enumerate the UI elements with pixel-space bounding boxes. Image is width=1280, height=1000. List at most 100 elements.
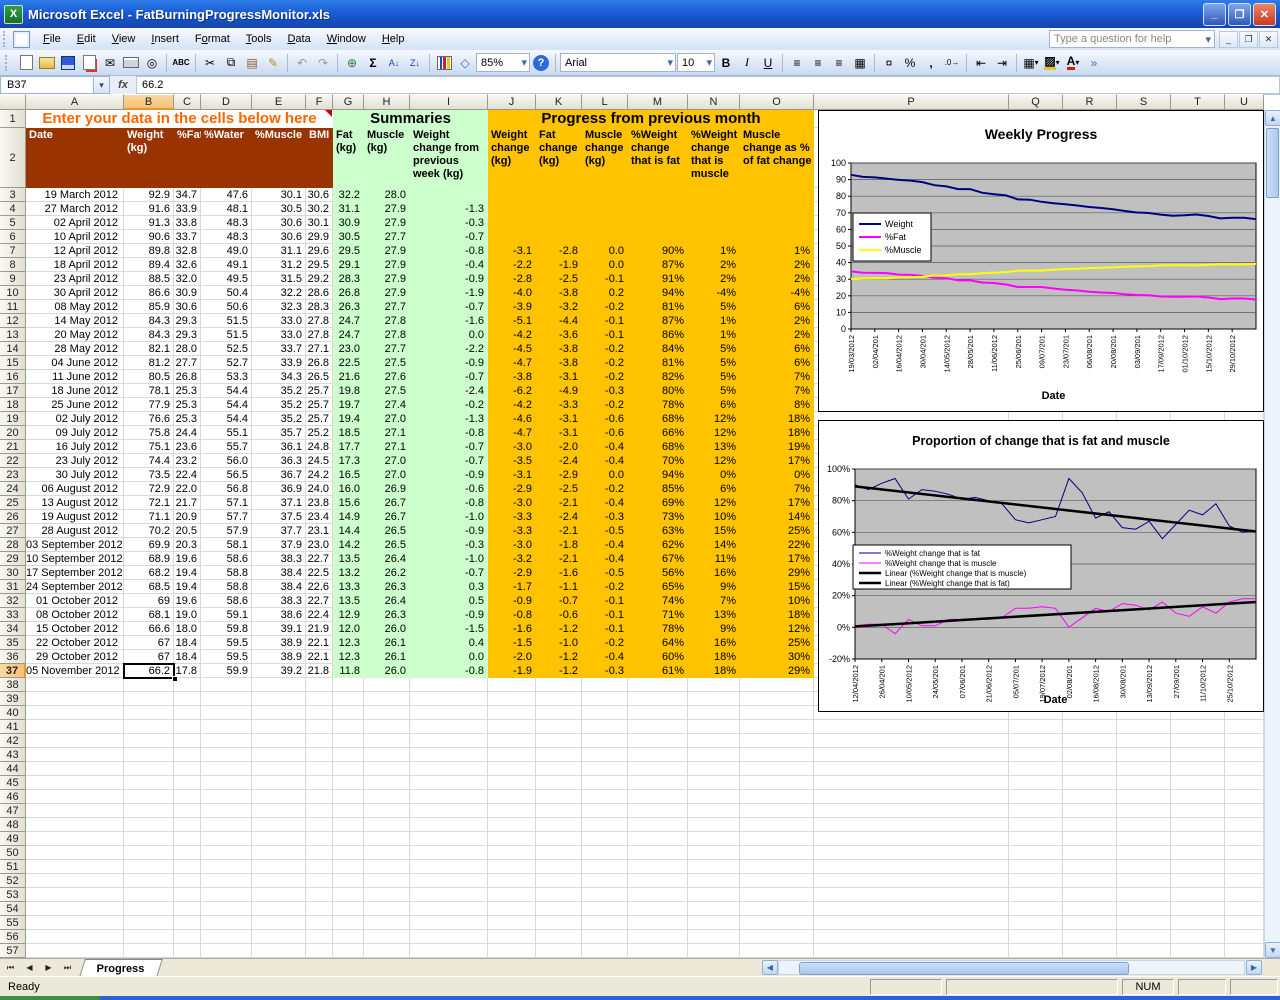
- cell-K34[interactable]: -1.2: [536, 622, 582, 636]
- cell-H4[interactable]: 27.9: [364, 202, 410, 216]
- sort-ascending-button[interactable]: A↓: [384, 53, 404, 73]
- cell-D24[interactable]: 56.8: [201, 482, 252, 496]
- cell-I31[interactable]: 0.3: [410, 580, 488, 594]
- row-header-38[interactable]: 38: [0, 678, 26, 692]
- row-header-5[interactable]: 5: [0, 216, 26, 230]
- cell-B19[interactable]: 76.6: [124, 412, 174, 426]
- cell-O31[interactable]: 15%: [740, 580, 814, 594]
- row-header-14[interactable]: 14: [0, 342, 26, 356]
- column-header-T[interactable]: T: [1171, 94, 1225, 110]
- cell-K26[interactable]: -2.4: [536, 510, 582, 524]
- cell-C17[interactable]: 25.3: [174, 384, 201, 398]
- cell-L36[interactable]: -0.4: [582, 650, 628, 664]
- cell-I7[interactable]: -0.8: [410, 244, 488, 258]
- cell-O25[interactable]: 17%: [740, 496, 814, 510]
- cell-K10[interactable]: -3.8: [536, 286, 582, 300]
- cell-H36[interactable]: 26.1: [364, 650, 410, 664]
- cell-O8[interactable]: 2%: [740, 258, 814, 272]
- cell-I14[interactable]: -2.2: [410, 342, 488, 356]
- cell-A27[interactable]: 28 August 2012: [26, 524, 124, 538]
- cell-G31[interactable]: 13.3: [333, 580, 364, 594]
- cell-H16[interactable]: 27.6: [364, 370, 410, 384]
- cell-A5[interactable]: 02 April 2012: [26, 216, 124, 230]
- cell-K27[interactable]: -2.1: [536, 524, 582, 538]
- cell-B18[interactable]: 77.9: [124, 398, 174, 412]
- cell-B20[interactable]: 75.8: [124, 426, 174, 440]
- cell-M18[interactable]: 78%: [628, 398, 688, 412]
- cell-J24[interactable]: -2.9: [488, 482, 536, 496]
- cell-M16[interactable]: 82%: [628, 370, 688, 384]
- cell-A15[interactable]: 04 June 2012: [26, 356, 124, 370]
- row-header-16[interactable]: 16: [0, 370, 26, 384]
- cell-E3[interactable]: 30.1: [252, 188, 306, 202]
- cell-E4[interactable]: 30.5: [252, 202, 306, 216]
- cell-F30[interactable]: 22.5: [306, 566, 333, 580]
- cell-D25[interactable]: 57.1: [201, 496, 252, 510]
- workbook-restore-button[interactable]: ❐: [1239, 31, 1258, 48]
- row-header-15[interactable]: 15: [0, 356, 26, 370]
- column-header-Q[interactable]: Q: [1009, 94, 1063, 110]
- redo-button[interactable]: ↷: [313, 53, 333, 73]
- row-header-40[interactable]: 40: [0, 706, 26, 720]
- cell-K36[interactable]: -1.2: [536, 650, 582, 664]
- cell-I32[interactable]: 0.5: [410, 594, 488, 608]
- print-preview-button[interactable]: ◎: [142, 53, 162, 73]
- cell-A30[interactable]: 17 September 2012: [26, 566, 124, 580]
- cell-E29[interactable]: 38.3: [252, 552, 306, 566]
- cell-F3[interactable]: 30.6: [306, 188, 333, 202]
- cell-G11[interactable]: 26.3: [333, 300, 364, 314]
- cell-L22[interactable]: -0.4: [582, 454, 628, 468]
- cell-C10[interactable]: 30.9: [174, 286, 201, 300]
- cell-B31[interactable]: 68.5: [124, 580, 174, 594]
- cell-J11[interactable]: -3.9: [488, 300, 536, 314]
- header-I2[interactable]: Weight change from previous week (kg): [410, 128, 488, 188]
- cell-I5[interactable]: -0.3: [410, 216, 488, 230]
- cell-I34[interactable]: -1.5: [410, 622, 488, 636]
- cell-L29[interactable]: -0.4: [582, 552, 628, 566]
- cell-A17[interactable]: 18 June 2012: [26, 384, 124, 398]
- cell-M14[interactable]: 84%: [628, 342, 688, 356]
- cell-N19[interactable]: 12%: [688, 412, 740, 426]
- header-C2[interactable]: %Fat: [174, 128, 201, 188]
- open-button[interactable]: [37, 53, 57, 73]
- cell-B28[interactable]: 69.9: [124, 538, 174, 552]
- cell-J21[interactable]: -3.0: [488, 440, 536, 454]
- cell-H8[interactable]: 27.9: [364, 258, 410, 272]
- cell-C20[interactable]: 24.4: [174, 426, 201, 440]
- cell-M28[interactable]: 62%: [628, 538, 688, 552]
- cell-E18[interactable]: 35.2: [252, 398, 306, 412]
- cell-O28[interactable]: 22%: [740, 538, 814, 552]
- cell-O12[interactable]: 2%: [740, 314, 814, 328]
- cell-B11[interactable]: 85.9: [124, 300, 174, 314]
- cell-J16[interactable]: -3.8: [488, 370, 536, 384]
- cell-L21[interactable]: -0.4: [582, 440, 628, 454]
- cell-A25[interactable]: 13 August 2012: [26, 496, 124, 510]
- cell-C22[interactable]: 23.2: [174, 454, 201, 468]
- cell-D35[interactable]: 59.5: [201, 636, 252, 650]
- cell-J35[interactable]: -1.5: [488, 636, 536, 650]
- cell-F18[interactable]: 25.7: [306, 398, 333, 412]
- cell-H31[interactable]: 26.3: [364, 580, 410, 594]
- cell-F12[interactable]: 27.8: [306, 314, 333, 328]
- cell-H5[interactable]: 27.9: [364, 216, 410, 230]
- cell-F25[interactable]: 23.8: [306, 496, 333, 510]
- cell-H13[interactable]: 27.8: [364, 328, 410, 342]
- workbook-close-button[interactable]: ✕: [1259, 31, 1278, 48]
- cell-D23[interactable]: 56.5: [201, 468, 252, 482]
- cell-I36[interactable]: 0.0: [410, 650, 488, 664]
- cell-H10[interactable]: 27.9: [364, 286, 410, 300]
- cell-O29[interactable]: 17%: [740, 552, 814, 566]
- cell-B15[interactable]: 81.2: [124, 356, 174, 370]
- merge-center-button[interactable]: ▦: [850, 53, 870, 73]
- header-D2[interactable]: %Water: [201, 128, 252, 188]
- help-button[interactable]: ?: [531, 53, 551, 73]
- column-header-K[interactable]: K: [536, 94, 582, 110]
- cell-N31[interactable]: 9%: [688, 580, 740, 594]
- cell-F23[interactable]: 24.2: [306, 468, 333, 482]
- cell-L8[interactable]: 0.0: [582, 258, 628, 272]
- cell-M13[interactable]: 86%: [628, 328, 688, 342]
- cell-C29[interactable]: 19.6: [174, 552, 201, 566]
- cell-K11[interactable]: -3.2: [536, 300, 582, 314]
- cell-G10[interactable]: 26.8: [333, 286, 364, 300]
- minimize-button[interactable]: _: [1203, 3, 1226, 26]
